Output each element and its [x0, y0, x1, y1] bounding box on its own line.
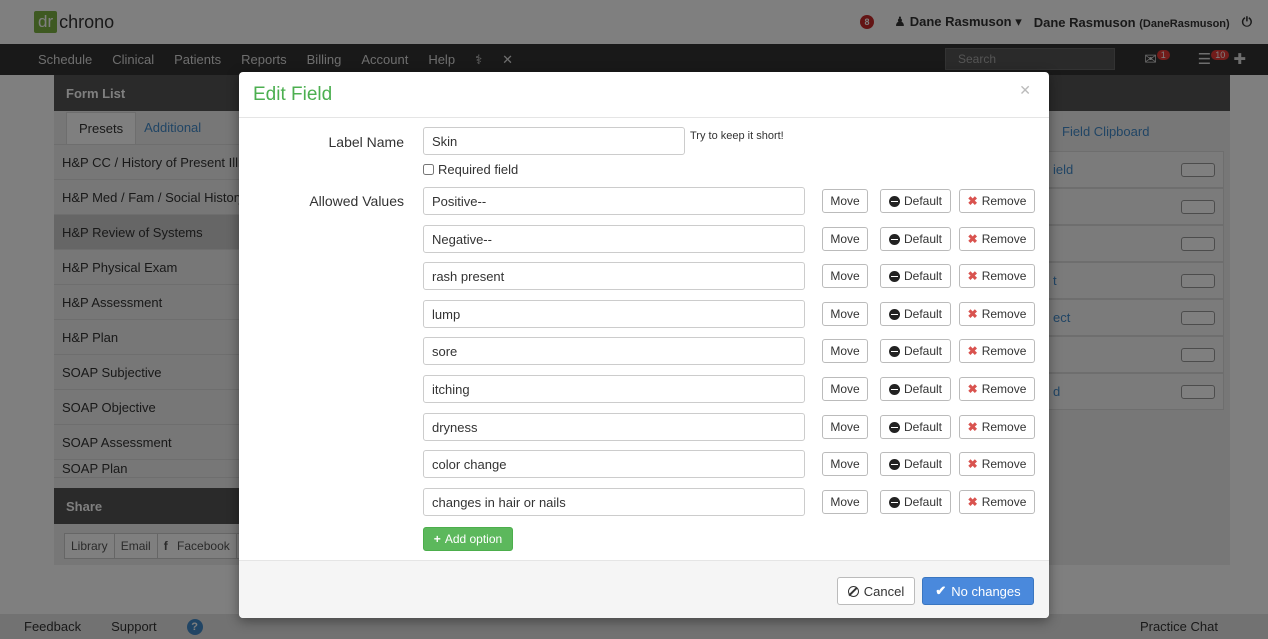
remove-x-icon: ✖: [967, 382, 978, 396]
remove-x-icon: ✖: [967, 232, 978, 246]
label-name-input[interactable]: [423, 127, 685, 155]
allowed-value-input[interactable]: [423, 300, 805, 328]
move-button[interactable]: Move: [822, 302, 868, 326]
move-button[interactable]: Move: [822, 339, 868, 363]
allowed-value-input[interactable]: [423, 375, 805, 403]
remove-x-icon: ✖: [967, 344, 978, 358]
remove-button[interactable]: ✖ Remove: [959, 189, 1035, 213]
check-icon: ✔: [935, 583, 947, 598]
required-field-checkbox[interactable]: Required field: [423, 162, 518, 177]
default-button[interactable]: Default: [880, 452, 951, 476]
add-option-button[interactable]: + Add option: [423, 527, 513, 551]
remove-button[interactable]: ✖ Remove: [959, 415, 1035, 439]
remove-button[interactable]: ✖ Remove: [959, 490, 1035, 514]
allowed-value-input[interactable]: [423, 187, 805, 215]
default-button[interactable]: Default: [880, 302, 951, 326]
remove-x-icon: ✖: [967, 495, 978, 509]
minus-circle-icon: [888, 345, 900, 357]
minus-circle-icon: [888, 458, 900, 470]
remove-x-icon: ✖: [967, 307, 978, 321]
default-button[interactable]: Default: [880, 227, 951, 251]
edit-field-modal: Edit Field ✕ Label Name Try to keep it s…: [239, 72, 1049, 618]
move-button[interactable]: Move: [822, 189, 868, 213]
remove-x-icon: ✖: [967, 457, 978, 471]
default-button[interactable]: Default: [880, 415, 951, 439]
minus-circle-icon: [888, 195, 900, 207]
cancel-button[interactable]: Cancel: [837, 577, 915, 605]
required-checkbox[interactable]: [423, 164, 434, 175]
allowed-value-input[interactable]: [423, 225, 805, 253]
minus-circle-icon: [888, 308, 900, 320]
allowed-value-input[interactable]: [423, 262, 805, 290]
modal-title: Edit Field: [253, 84, 333, 105]
remove-button[interactable]: ✖ Remove: [959, 264, 1035, 288]
label-name-label: Label Name: [328, 134, 405, 150]
allowed-value-input[interactable]: [423, 337, 805, 365]
allowed-value-input[interactable]: [423, 450, 805, 478]
allowed-values-label: Allowed Values: [309, 193, 404, 209]
default-button[interactable]: Default: [880, 264, 951, 288]
label-hint: Try to keep it short!: [690, 130, 784, 142]
no-changes-button[interactable]: ✔ No changes: [922, 577, 1034, 605]
default-button[interactable]: Default: [880, 189, 951, 213]
move-button[interactable]: Move: [822, 264, 868, 288]
minus-circle-icon: [888, 496, 900, 508]
minus-circle-icon: [888, 421, 900, 433]
move-button[interactable]: Move: [822, 415, 868, 439]
remove-button[interactable]: ✖ Remove: [959, 227, 1035, 251]
remove-x-icon: ✖: [967, 269, 978, 283]
remove-button[interactable]: ✖ Remove: [959, 302, 1035, 326]
remove-x-icon: ✖: [967, 194, 978, 208]
move-button[interactable]: Move: [822, 227, 868, 251]
allowed-value-input[interactable]: [423, 413, 805, 441]
remove-button[interactable]: ✖ Remove: [959, 377, 1035, 401]
move-button[interactable]: Move: [822, 452, 868, 476]
plus-icon: +: [433, 532, 441, 546]
move-button[interactable]: Move: [822, 377, 868, 401]
modal-header: Edit Field ✕: [239, 72, 1049, 118]
default-button[interactable]: Default: [880, 377, 951, 401]
minus-circle-icon: [888, 270, 900, 282]
minus-circle-icon: [888, 383, 900, 395]
close-icon[interactable]: ✕: [1019, 82, 1031, 99]
allowed-value-input[interactable]: [423, 488, 805, 516]
modal-footer: Cancel ✔ No changes: [239, 560, 1049, 618]
default-button[interactable]: Default: [880, 339, 951, 363]
default-button[interactable]: Default: [880, 490, 951, 514]
ban-icon: [847, 585, 859, 597]
remove-x-icon: ✖: [967, 420, 978, 434]
minus-circle-icon: [888, 233, 900, 245]
remove-button[interactable]: ✖ Remove: [959, 339, 1035, 363]
remove-button[interactable]: ✖ Remove: [959, 452, 1035, 476]
move-button[interactable]: Move: [822, 490, 868, 514]
